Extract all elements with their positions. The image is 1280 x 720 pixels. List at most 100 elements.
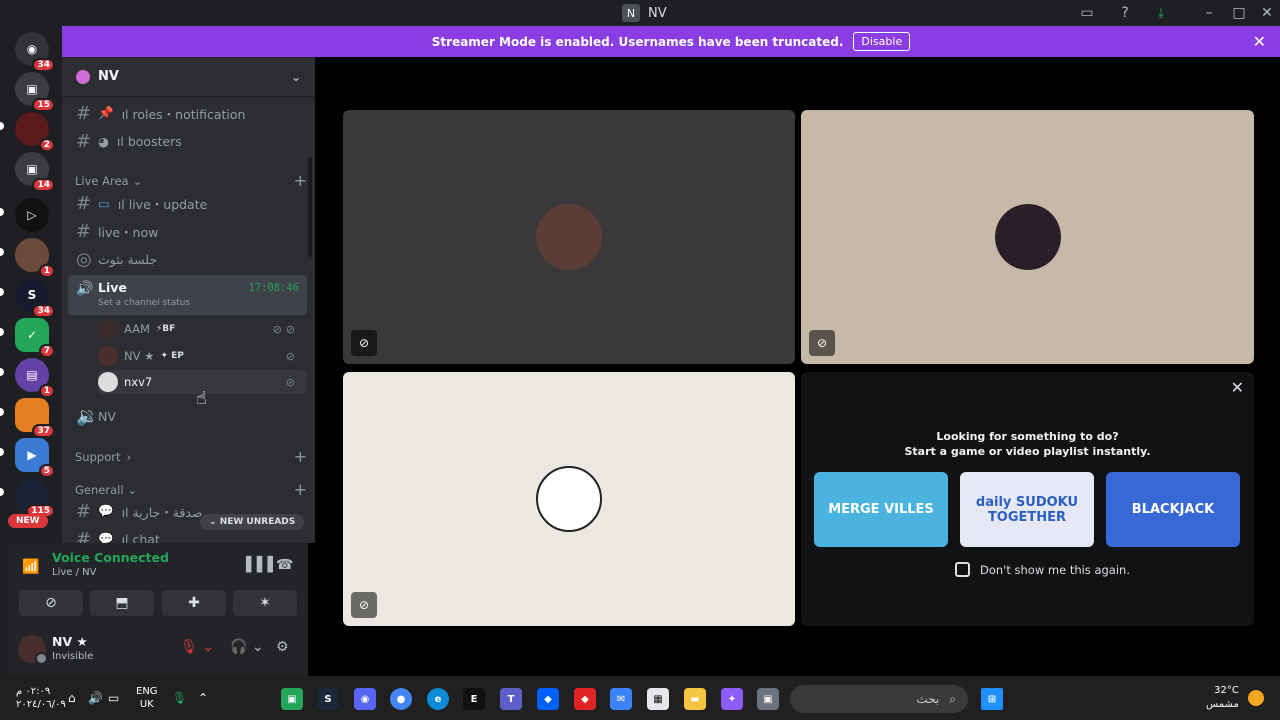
headphones-icon[interactable]: 🎧 ⌄ bbox=[230, 639, 264, 655]
muted-icon: ⊘ bbox=[285, 375, 299, 389]
game-merge-villes[interactable]: MERGE VILLES bbox=[814, 472, 948, 547]
game-blackjack[interactable]: BLACKJACK bbox=[1106, 472, 1240, 547]
channel-label: جلسة بثوث bbox=[98, 251, 158, 267]
inbox-icon[interactable]: ▭ bbox=[1077, 3, 1097, 23]
voice-connected-location[interactable]: Live / NV bbox=[52, 567, 96, 578]
channel-label: live・now bbox=[98, 224, 159, 240]
channel-live-update[interactable]: # ▭ ıl live・update bbox=[70, 190, 307, 216]
server-icon-3[interactable]: ▣ 14 bbox=[15, 152, 55, 192]
hash-icon: # bbox=[76, 192, 92, 214]
dont-show-checkbox[interactable]: Don't show me this again. bbox=[955, 562, 1130, 577]
download-icon[interactable]: ⤓ bbox=[1151, 3, 1171, 23]
new-unreads-pill[interactable]: ⌄ NEW UNREADS bbox=[200, 514, 305, 530]
edge-icon[interactable]: e bbox=[427, 688, 449, 710]
avatar bbox=[536, 466, 602, 532]
voice-user[interactable]: AAM ⚡BF ⊘⊘ bbox=[98, 317, 307, 341]
connection-signal-icon[interactable]: 📶 bbox=[22, 559, 39, 575]
gear-icon[interactable]: ⚙ bbox=[276, 639, 289, 655]
server-icon-4[interactable]: ▷ bbox=[15, 198, 49, 232]
minimize-icon[interactable]: – bbox=[1199, 3, 1219, 23]
store-icon[interactable]: ▦ bbox=[647, 688, 669, 710]
close-window-icon[interactable]: ✕ bbox=[1257, 3, 1277, 23]
windows-start-icon[interactable]: ⊞ bbox=[981, 688, 1003, 710]
taskbar-app-icon[interactable]: ▣ bbox=[281, 688, 303, 710]
server-icon-8[interactable]: 37 bbox=[15, 398, 55, 438]
user-name[interactable]: NV ★ bbox=[52, 634, 88, 649]
scrollbar[interactable] bbox=[308, 157, 312, 257]
server-icon-1[interactable]: ▣ 15 bbox=[15, 72, 55, 112]
game-sudoku-together[interactable]: daily SUDOKU TOGETHER bbox=[960, 472, 1094, 547]
participant-tile[interactable]: ⊘ bbox=[343, 110, 795, 364]
voice-user[interactable]: NV ★ ✦ EP ⊘ bbox=[98, 344, 307, 368]
voice-channel-status[interactable]: Set a channel status bbox=[98, 298, 190, 308]
close-icon[interactable]: ✕ bbox=[1253, 32, 1266, 51]
disconnect-icon[interactable]: ☎ bbox=[276, 557, 293, 573]
microphone-icon[interactable]: 🎙 bbox=[172, 691, 187, 705]
network-icon[interactable]: ⌂ bbox=[68, 691, 76, 705]
voice-channel-nv[interactable]: 🔉 NV bbox=[70, 403, 307, 429]
disable-button[interactable]: Disable bbox=[853, 32, 911, 51]
camera-off-button[interactable]: ⊘ bbox=[19, 590, 83, 616]
participant-tile[interactable]: ⊘ bbox=[801, 110, 1254, 364]
category-general[interactable]: Generall ⌄ + bbox=[75, 480, 307, 499]
add-channel-icon[interactable]: + bbox=[294, 480, 307, 499]
steam-icon[interactable]: S bbox=[317, 688, 339, 710]
volume-icon[interactable]: 🔊 bbox=[88, 691, 103, 705]
badge: 1 bbox=[38, 264, 55, 278]
close-icon[interactable]: ✕ bbox=[1231, 378, 1244, 397]
participant-tile[interactable]: ⊘ bbox=[343, 372, 795, 626]
mic-muted-icon[interactable]: 🎙 ⌄ bbox=[180, 639, 214, 655]
task-view-icon[interactable]: ▣ bbox=[757, 688, 779, 710]
battery-icon[interactable]: ▭ bbox=[108, 691, 119, 705]
badge: 14 bbox=[32, 178, 55, 192]
category-support[interactable]: Support › + bbox=[75, 447, 307, 466]
add-channel-icon[interactable]: + bbox=[294, 171, 307, 190]
checkbox-box[interactable] bbox=[955, 562, 970, 577]
channel-live-now[interactable]: # live・now bbox=[70, 218, 307, 244]
channel-boosters[interactable]: # ◕ ıl boosters bbox=[70, 128, 307, 154]
chevron-down-icon: ⌄ bbox=[132, 173, 143, 188]
voice-channel-live[interactable]: 🔊 Live Set a channel status 17:08:46 bbox=[68, 275, 307, 315]
twitch-server-icon[interactable]: ▤ 1 bbox=[15, 358, 55, 398]
server-icon-5[interactable]: 1 bbox=[15, 238, 55, 278]
server-icon-9[interactable]: ▶ 5 bbox=[15, 438, 55, 478]
noise-suppression-icon[interactable]: ▌▌▌ bbox=[246, 557, 278, 573]
epic-games-icon[interactable]: E bbox=[463, 688, 485, 710]
voice-connected-label: Voice Connected bbox=[52, 550, 169, 565]
help-icon[interactable]: ? bbox=[1115, 3, 1135, 23]
category-live-area[interactable]: Live Area ⌄ + bbox=[75, 171, 307, 190]
file-explorer-icon[interactable]: ▬ bbox=[684, 688, 706, 710]
channel-stage[interactable]: ◎ جلسة بثوث bbox=[70, 246, 307, 272]
mail-icon[interactable]: ✉ bbox=[610, 688, 632, 710]
teams-icon[interactable]: T bbox=[500, 688, 522, 710]
guild-header[interactable]: NV ⌄ bbox=[62, 57, 315, 97]
home-discord-icon[interactable]: ◉ 34 bbox=[15, 32, 55, 72]
new-badge[interactable]: NEW bbox=[8, 514, 48, 528]
server-icon-6[interactable]: S 34 bbox=[15, 278, 55, 318]
dropbox-icon[interactable]: ◆ bbox=[537, 688, 559, 710]
copilot-icon[interactable]: ✦ bbox=[721, 688, 743, 710]
weather-widget[interactable]: 32°C مشمس bbox=[1206, 684, 1239, 712]
search-input[interactable]: بحث ⌕ bbox=[790, 685, 968, 713]
server-icon-7[interactable]: ✓ 7 bbox=[15, 318, 55, 358]
language-indicator[interactable]: ENG UK bbox=[136, 685, 158, 711]
activities-button[interactable]: ✚ bbox=[162, 590, 226, 616]
speaker-icon: 🔊 bbox=[76, 281, 94, 297]
screen-share-button[interactable]: ⬒ bbox=[90, 590, 154, 616]
app-icon-red[interactable]: ◆ bbox=[574, 688, 596, 710]
discord-icon[interactable]: ◉ bbox=[354, 688, 376, 710]
server-icon-2[interactable]: 2 bbox=[15, 112, 55, 152]
clock[interactable]: ٠٢:٠٩ م ٢٠٢٤/٠٦/٠٩ bbox=[16, 685, 66, 711]
soundboard-icon: ✶ bbox=[259, 595, 271, 611]
chrome-icon[interactable]: ● bbox=[390, 688, 412, 710]
channel-roles[interactable]: # 📌 ıl roles・notification bbox=[70, 100, 307, 126]
channel-label: ıl صدقة・جارية bbox=[121, 504, 203, 520]
badge: 37 bbox=[32, 424, 55, 438]
add-channel-icon[interactable]: + bbox=[294, 447, 307, 466]
maximize-icon[interactable]: □ bbox=[1229, 3, 1249, 23]
server-icon-10[interactable]: 115 bbox=[15, 478, 55, 518]
avatar bbox=[995, 204, 1061, 270]
chevron-up-icon[interactable]: ⌃ bbox=[198, 691, 208, 705]
avatar[interactable] bbox=[18, 635, 48, 665]
soundboard-button[interactable]: ✶ bbox=[233, 590, 297, 616]
